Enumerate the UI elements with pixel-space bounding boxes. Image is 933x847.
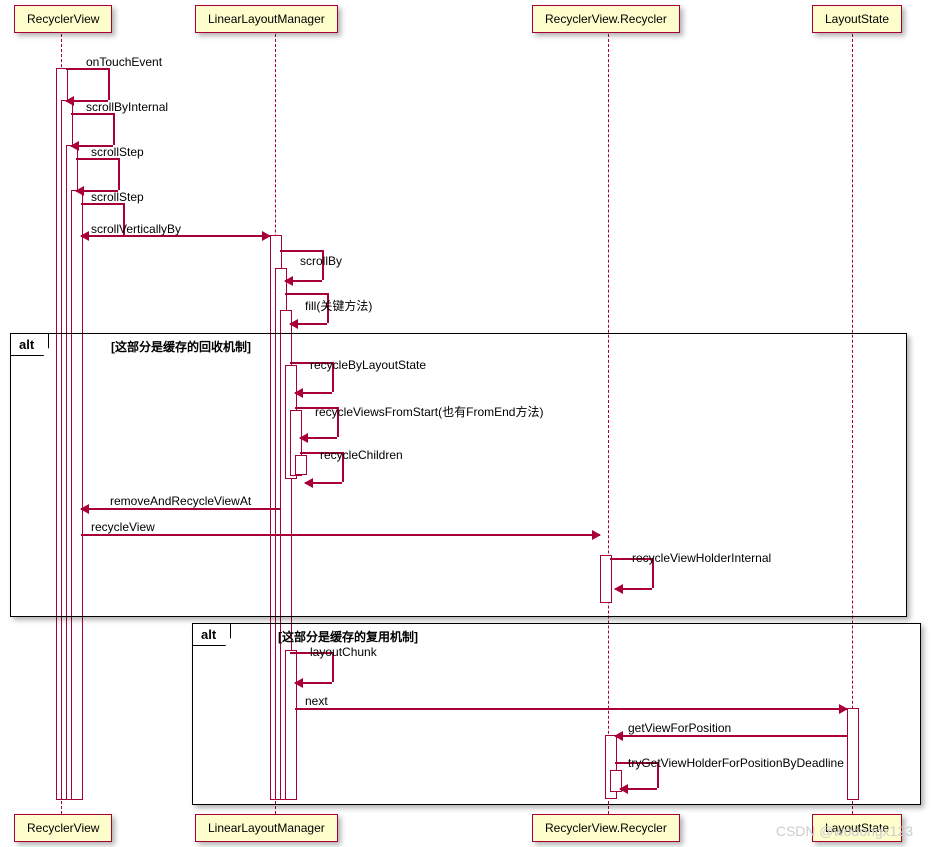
msg-trygetviewholder: tryGetViewHolderForPositionByDeadline [628,756,844,770]
activation-rv-4 [71,190,83,800]
alt-cond-1: [这部分是缓存的回收机制] [111,338,251,355]
msg-next: next [305,694,328,708]
msg-recycleview: recycleView [91,520,155,534]
watermark: CSDN @wodongx123 [776,823,913,839]
msg-scrollstep1: scrollStep [91,145,144,159]
arrow-removeandrecycle [81,508,281,510]
msg-layoutchunk: layoutChunk [310,645,377,659]
msg-recyclebylayoutstate: recycleByLayoutState [310,358,426,372]
participant-linearlayoutmanager-top: LinearLayoutManager [195,5,338,33]
alt-box-2: alt [这部分是缓存的复用机制] [192,623,921,805]
msg-scrollbyinternal: scrollByInternal [86,100,168,114]
participant-recyclerview-top: RecyclerView [14,5,112,33]
participant-recycler-top: RecyclerView.Recycler [532,5,680,33]
alt-tag-1: alt [11,334,49,356]
msg-ontouchevent: onTouchEvent [86,55,162,69]
activation-llm-7 [285,650,297,800]
msg-recyclechildren: recycleChildren [320,448,403,462]
lifeline-layoutstate [852,34,853,814]
participant-recyclerview-bot: RecyclerView [14,814,112,842]
participant-linearlayoutmanager-bot: LinearLayoutManager [195,814,338,842]
activation-llm-6 [295,455,307,475]
arrow-getviewforposition [615,735,847,737]
arrow-recycleview [81,534,600,536]
msg-removeandrecycle: removeAndRecycleViewAt [110,494,251,508]
alt-box-1: alt [这部分是缓存的回收机制] [10,333,907,617]
activation-ls-1 [847,708,859,800]
msg-scrollstep2: scrollStep [91,190,144,204]
msg-getviewforposition: getViewForPosition [628,721,731,735]
msg-scrollverticallyby: scrollVerticallyBy [91,222,181,236]
alt-cond-2: [这部分是缓存的复用机制] [278,628,418,645]
msg-recycleviewsfromstart: recycleViewsFromStart(也有FromEnd方法) [315,403,543,420]
arrow-next [295,708,847,710]
alt-tag-2: alt [193,624,231,646]
msg-scrollby: scrollBy [300,254,342,268]
lifeline-recycler [608,34,609,814]
participant-recycler-bot: RecyclerView.Recycler [532,814,680,842]
participant-layoutstate-top: LayoutState [812,5,902,33]
activation-rc-1 [600,555,612,603]
msg-recycleviewholderinternal: recycleViewHolderInternal [632,551,771,565]
msg-fill: fill(关键方法) [305,297,372,314]
